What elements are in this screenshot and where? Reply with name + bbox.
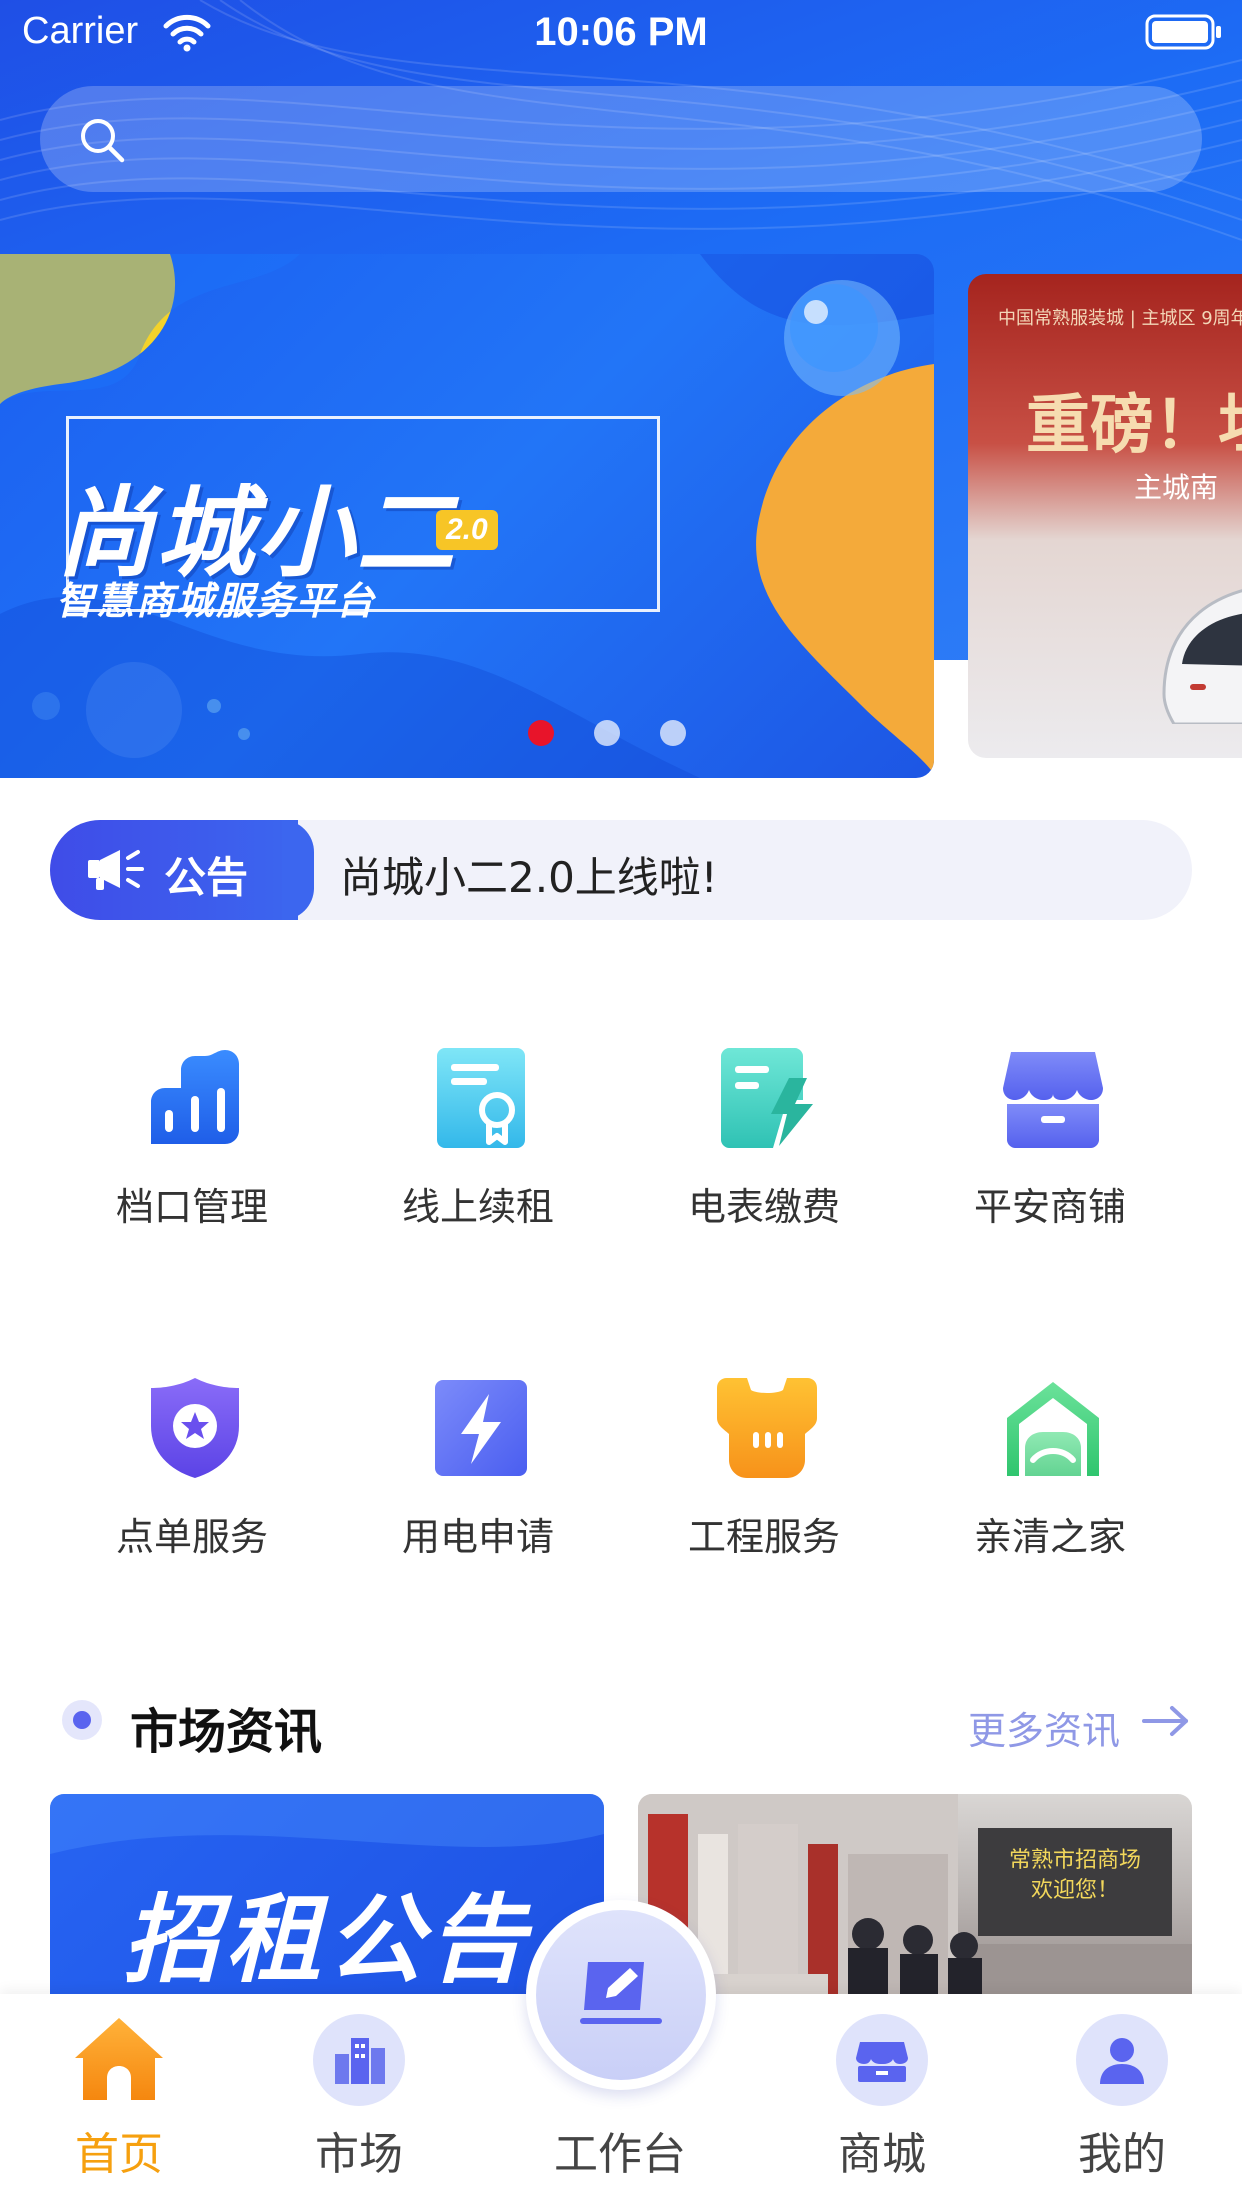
section-marker (62, 1700, 102, 1740)
battery-icon (1145, 14, 1223, 50)
search-bar[interactable] (40, 86, 1202, 192)
shop-icon (1003, 1048, 1103, 1148)
grid-item-label: 线上续租 (335, 1176, 621, 1231)
buildings-icon (313, 2014, 405, 2106)
grid-item-power-application[interactable]: 用电申请 (335, 1378, 621, 1598)
grid-item-label: 工程服务 (621, 1506, 907, 1561)
notice-text: 尚城小二2.0上线啦! (340, 844, 718, 905)
grid-item-label: 用电申请 (335, 1506, 621, 1561)
news-card-title: 招租公告 (50, 1862, 604, 2001)
grid-item-label: 电表缴费 (621, 1176, 907, 1231)
news-card-rental-notice[interactable]: 招租公告 (50, 1794, 604, 2024)
banner-next-slide[interactable]: 中国常熟服装城 | 主城区 9周年 重磅！坦 主城南 (968, 274, 1242, 758)
banner-slide[interactable]: 尚城小二 2.0 智慧商城服务平台 (0, 254, 934, 778)
tab-label: 我的 (1022, 2118, 1222, 2182)
star-shield-icon (145, 1378, 245, 1478)
tab-label: 商城 (782, 2118, 982, 2182)
train-image (1154, 574, 1242, 724)
helmet-icon (717, 1378, 817, 1478)
clock: 10:06 PM (0, 10, 1242, 55)
search-icon (76, 114, 128, 166)
store-icon (836, 2014, 928, 2106)
more-news-link[interactable]: 更多资讯 (968, 1700, 1120, 1755)
grid-item-label: 亲清之家 (907, 1506, 1193, 1561)
home-icon (73, 2014, 165, 2106)
side-banner-subtitle: 主城南 (1134, 466, 1218, 506)
side-banner-header: 中国常熟服装城 | 主城区 9周年 (998, 304, 1242, 330)
side-banner-title: 重磅！坦 (1026, 374, 1242, 466)
mall-welcome-sign: 常熟市招商场 欢迎您！ (978, 1828, 1172, 1936)
grid-item-meter-payment[interactable]: 电表缴费 (621, 1048, 907, 1268)
workbench-button-circle (536, 1910, 706, 2080)
grid-item-safe-shop[interactable]: 平安商铺 (907, 1048, 1193, 1268)
news-card-market-photo[interactable]: 常熟市招商场 欢迎您！ (638, 1794, 1192, 2024)
tab-label: 工作台 (520, 2118, 720, 2182)
carousel-dot-1[interactable] (528, 720, 554, 746)
megaphone-icon (86, 846, 146, 894)
carousel-dot-2[interactable] (594, 720, 620, 746)
bar-chart-icon (145, 1048, 245, 1148)
lightning-icon (431, 1378, 531, 1478)
tab-home[interactable]: 首页 (19, 1994, 219, 2208)
tab-label: 首页 (19, 2118, 219, 2182)
grid-item-label: 档口管理 (49, 1176, 335, 1231)
grid-item-label: 平安商铺 (907, 1176, 1193, 1231)
grid-item-online-renewal[interactable]: 线上续租 (335, 1048, 621, 1268)
tab-workbench[interactable] (526, 1900, 716, 2090)
user-icon (1076, 2014, 1168, 2106)
tab-market[interactable]: 市场 (259, 1994, 459, 2208)
arrow-right-icon[interactable] (1142, 1704, 1190, 1738)
tab-mall[interactable]: 商城 (782, 1994, 982, 2208)
sign-line-1: 常熟市招商场 (978, 1846, 1172, 1876)
bill-lightning-icon (717, 1048, 817, 1148)
tab-label: 市场 (259, 2118, 459, 2182)
banner-version-badge: 2.0 (436, 510, 498, 550)
grid-item-order-service[interactable]: 点单服务 (49, 1378, 335, 1598)
carousel-dot-3[interactable] (660, 720, 686, 746)
notice-label: 公告 (164, 844, 248, 905)
certificate-icon (431, 1048, 531, 1148)
grid-item-family-home[interactable]: 亲清之家 (907, 1378, 1193, 1598)
grid-item-stall-management[interactable]: 档口管理 (49, 1048, 335, 1268)
grid-item-engineering-service[interactable]: 工程服务 (621, 1378, 907, 1598)
grid-item-label: 点单服务 (49, 1506, 335, 1561)
edit-icon (580, 1954, 662, 2030)
home-icon (1003, 1378, 1103, 1478)
status-bar: Carrier 10:06 PM (0, 0, 1242, 66)
news-section-title: 市场资讯 (130, 1692, 322, 1762)
tab-mine[interactable]: 我的 (1022, 1994, 1222, 2208)
banner-subtitle: 智慧商城服务平台 (56, 570, 376, 625)
sign-line-2: 欢迎您！ (978, 1876, 1172, 1906)
notice-bar[interactable]: 公告 尚城小二2.0上线啦! (50, 820, 1192, 920)
